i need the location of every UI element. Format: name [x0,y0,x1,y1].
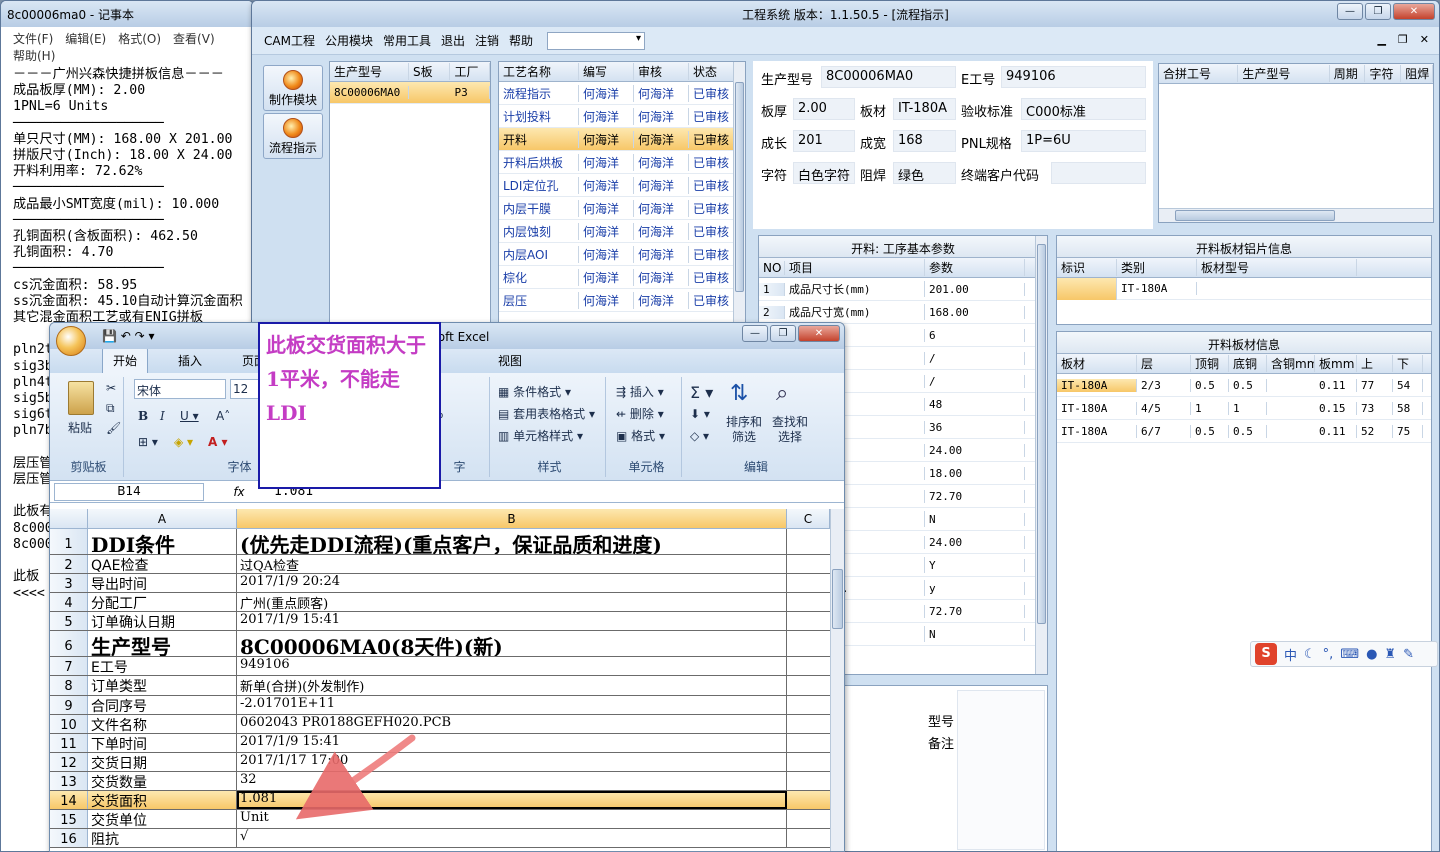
annotation-arrow [295,734,416,820]
